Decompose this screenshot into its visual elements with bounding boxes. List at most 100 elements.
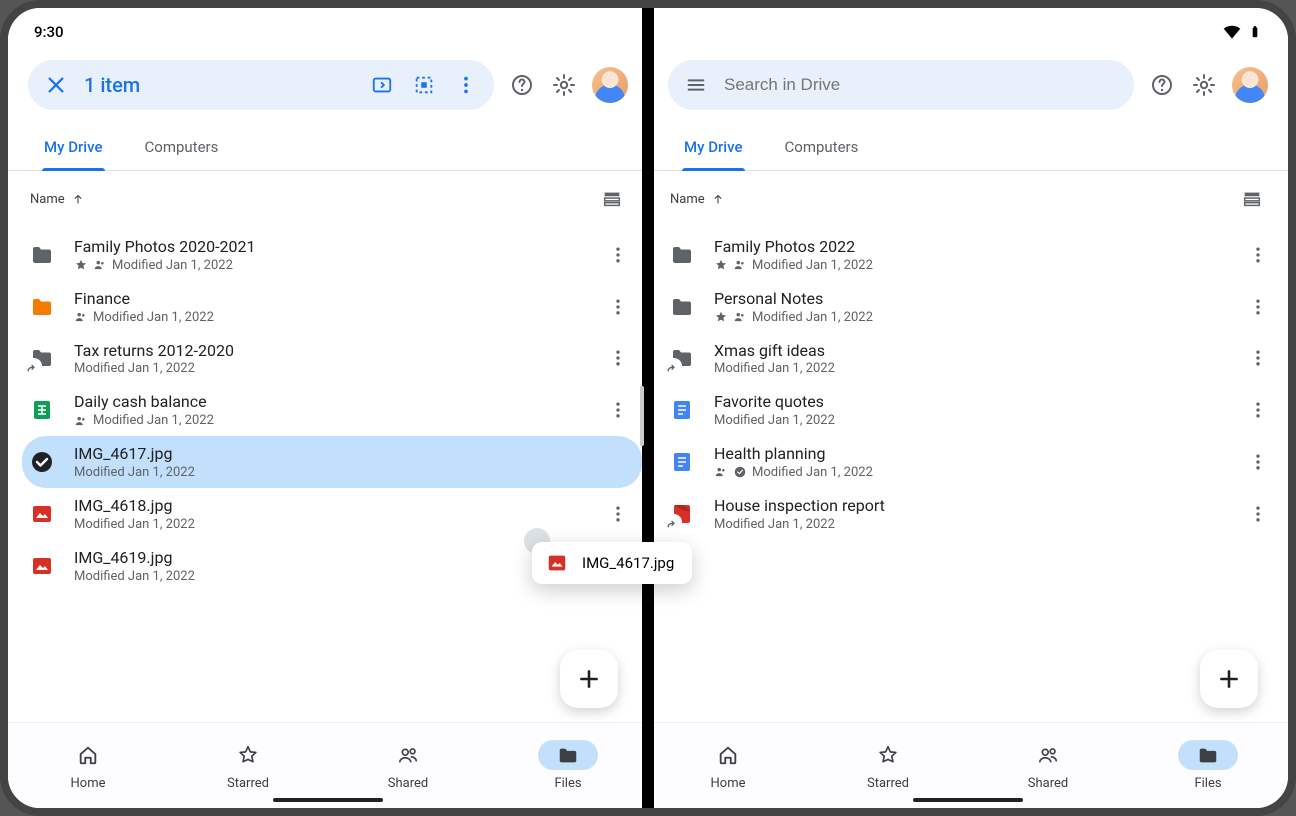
file-type-icon	[28, 448, 56, 476]
shared-icon	[74, 310, 88, 324]
row-overflow-icon[interactable]	[1248, 452, 1272, 472]
tab-computers[interactable]: Computers	[783, 126, 861, 170]
select-all-icon[interactable]	[410, 71, 438, 99]
file-title: IMG_4619.jpg	[74, 548, 590, 569]
file-title: Finance	[74, 289, 590, 310]
file-type-icon	[668, 396, 696, 424]
file-row[interactable]: IMG_4618.jpgModified Jan 1, 2022	[22, 488, 642, 540]
close-selection-button[interactable]	[42, 71, 70, 99]
search-toolbar	[648, 56, 1288, 126]
gesture-bar[interactable]	[273, 798, 383, 802]
fab-new[interactable]	[560, 650, 618, 708]
drag-chip-label: IMG_4617.jpg	[582, 554, 674, 572]
row-overflow-icon[interactable]	[1248, 245, 1272, 265]
fab-new[interactable]	[1200, 650, 1258, 708]
file-list-right[interactable]: Family Photos 2022Modified Jan 1, 2022Pe…	[648, 219, 1288, 722]
bottom-nav: Home Starred Shared Files	[648, 722, 1288, 808]
drag-chip[interactable]: IMG_4617.jpg	[532, 542, 692, 584]
file-row[interactable]: Personal NotesModified Jan 1, 2022	[662, 281, 1282, 333]
row-overflow-icon[interactable]	[1248, 348, 1272, 368]
left-pane: 9:30 1 item My Drive Computers Name	[8, 8, 648, 808]
file-title: House inspection report	[714, 496, 1230, 517]
shared-icon	[714, 465, 728, 479]
arrow-up-icon	[711, 192, 725, 206]
status-bar: 9:30	[8, 8, 648, 56]
file-type-icon	[668, 448, 696, 476]
sort-label-text: Name	[670, 192, 705, 207]
nav-home[interactable]: Home	[648, 723, 808, 808]
drive-tabs: My Drive Computers	[648, 126, 1288, 171]
tab-my-drive[interactable]: My Drive	[42, 126, 105, 170]
nav-files[interactable]: Files	[488, 723, 648, 808]
file-title: Family Photos 2020-2021	[74, 237, 590, 258]
account-avatar[interactable]	[1232, 67, 1268, 103]
file-row[interactable]: Health planningModified Jan 1, 2022	[662, 436, 1282, 488]
row-overflow-icon[interactable]	[1248, 504, 1272, 524]
nav-starred[interactable]: Starred	[168, 723, 328, 808]
file-type-icon	[28, 241, 56, 269]
help-icon[interactable]	[1148, 71, 1176, 99]
row-overflow-icon[interactable]	[608, 297, 632, 317]
file-row[interactable]: Family Photos 2022Modified Jan 1, 2022	[662, 229, 1282, 281]
file-row[interactable]: Xmas gift ideasModified Jan 1, 2022	[662, 333, 1282, 385]
status-time: 9:30	[34, 23, 64, 41]
gesture-bar[interactable]	[913, 798, 1023, 802]
star-icon	[714, 258, 728, 272]
nav-shared[interactable]: Shared	[968, 723, 1128, 808]
row-overflow-icon[interactable]	[1248, 297, 1272, 317]
view-toggle-icon[interactable]	[1238, 185, 1266, 213]
file-row[interactable]: Favorite quotesModified Jan 1, 2022	[662, 384, 1282, 436]
view-toggle-icon[interactable]	[598, 185, 626, 213]
file-subtitle: Modified Jan 1, 2022	[714, 310, 1230, 325]
device-hinge	[642, 8, 654, 808]
menu-icon[interactable]	[682, 71, 710, 99]
bottom-nav: Home Starred Shared Files	[8, 722, 648, 808]
row-overflow-icon[interactable]	[1248, 400, 1272, 420]
tab-computers[interactable]: Computers	[143, 126, 221, 170]
sort-toggle[interactable]: Name	[670, 192, 725, 207]
file-title: Daily cash balance	[74, 392, 590, 413]
star-icon	[74, 258, 88, 272]
file-subtitle: Modified Jan 1, 2022	[74, 361, 590, 376]
file-row[interactable]: Tax returns 2012-2020Modified Jan 1, 202…	[22, 333, 642, 385]
offline-icon	[733, 465, 747, 479]
file-subtitle: Modified Jan 1, 2022	[714, 258, 1230, 273]
file-row[interactable]: FinanceModified Jan 1, 2022	[22, 281, 642, 333]
file-title: Family Photos 2022	[714, 237, 1230, 258]
row-overflow-icon[interactable]	[608, 348, 632, 368]
wifi-icon	[1222, 22, 1242, 42]
file-row[interactable]: Daily cash balanceModified Jan 1, 2022	[22, 384, 642, 436]
file-title: Tax returns 2012-2020	[74, 341, 590, 362]
account-avatar[interactable]	[592, 67, 628, 103]
file-list-left[interactable]: Family Photos 2020-2021 Modified Jan 1, 2…	[8, 219, 648, 722]
file-row[interactable]: Family Photos 2020-2021Modified Jan 1, 2…	[22, 229, 642, 281]
status-bar-right	[648, 8, 1288, 56]
file-row[interactable]: House inspection reportModified Jan 1, 2…	[662, 488, 1282, 540]
move-icon[interactable]	[368, 71, 396, 99]
settings-icon[interactable]	[550, 71, 578, 99]
nav-shared[interactable]: Shared	[328, 723, 488, 808]
arrow-up-icon	[71, 192, 85, 206]
right-pane: My Drive Computers Name Family Photos 20…	[648, 8, 1288, 808]
row-overflow-icon[interactable]	[608, 245, 632, 265]
file-row[interactable]: IMG_4617.jpgModified Jan 1, 2022	[22, 436, 642, 488]
nav-files[interactable]: Files	[1128, 723, 1288, 808]
file-type-icon	[28, 293, 56, 321]
star-icon	[714, 310, 728, 324]
sort-toggle[interactable]: Name	[30, 192, 85, 207]
search-input[interactable]	[724, 75, 1120, 95]
row-overflow-icon[interactable]	[608, 504, 632, 524]
file-type-icon	[28, 500, 56, 528]
file-title: IMG_4617.jpg	[74, 444, 632, 465]
file-subtitle: Modified Jan 1, 2022	[74, 569, 590, 584]
nav-home[interactable]: Home	[8, 723, 168, 808]
help-icon[interactable]	[508, 71, 536, 99]
overflow-icon[interactable]	[452, 71, 480, 99]
nav-starred[interactable]: Starred	[808, 723, 968, 808]
file-type-icon	[668, 293, 696, 321]
sort-label-text: Name	[30, 192, 65, 207]
row-overflow-icon[interactable]	[608, 400, 632, 420]
settings-icon[interactable]	[1190, 71, 1218, 99]
tab-my-drive[interactable]: My Drive	[682, 126, 745, 170]
shared-icon	[733, 258, 747, 272]
